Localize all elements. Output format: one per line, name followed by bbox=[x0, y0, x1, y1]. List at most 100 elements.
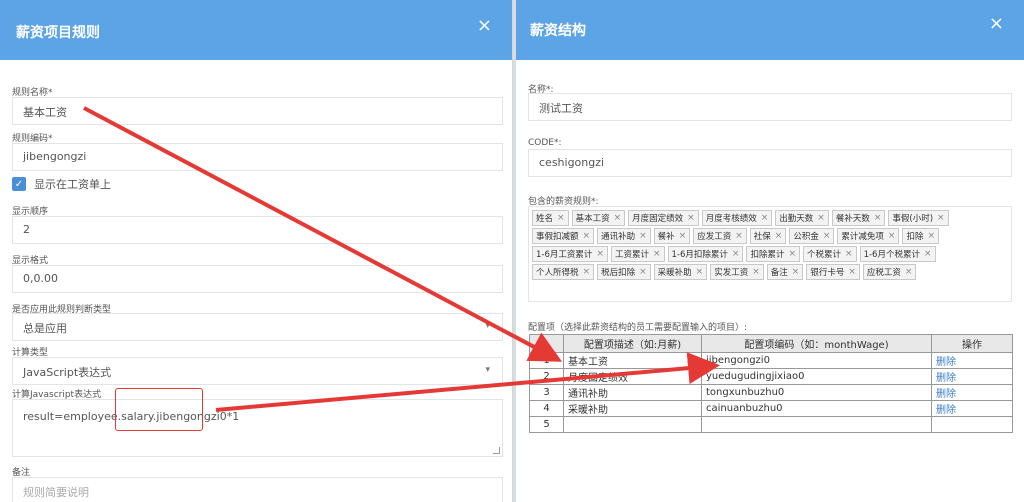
display-format-input[interactable]: 0,0.00 bbox=[12, 265, 503, 293]
rule-tag-label: 累计减免项 bbox=[841, 232, 884, 242]
rule-tag[interactable]: 应发工资 × bbox=[693, 228, 747, 244]
rule-tag[interactable]: 餐补 × bbox=[653, 228, 691, 244]
col-desc-header: 配置项描述（如:月薪) bbox=[563, 334, 702, 353]
rule-tag[interactable]: 餐补天数 × bbox=[831, 210, 886, 226]
config-desc-cell[interactable]: 月度固定绩效 bbox=[563, 368, 702, 385]
remove-tag-icon[interactable]: × bbox=[927, 231, 935, 241]
config-code-cell[interactable]: yuedugudingjixiao0 bbox=[701, 368, 932, 385]
rule-tag[interactable]: 姓名 × bbox=[532, 210, 569, 226]
remove-tag-icon[interactable]: × bbox=[639, 231, 647, 241]
remove-tag-icon[interactable]: × bbox=[557, 213, 565, 223]
rule-tag-label: 个人所得税 bbox=[536, 268, 579, 278]
remove-tag-icon[interactable]: × bbox=[937, 213, 945, 223]
rule-tag[interactable]: 扣除 × bbox=[902, 228, 939, 244]
config-desc-cell[interactable]: 通讯补助 bbox=[563, 384, 702, 401]
remove-tag-icon[interactable]: × bbox=[687, 213, 695, 223]
config-code-cell[interactable] bbox=[701, 416, 932, 433]
salary-item-rule-dialog: 薪资项目规则 × 规则名称* 基本工资 规则编码* jibengongzi ✓ … bbox=[0, 0, 513, 502]
remove-tag-icon[interactable]: × bbox=[888, 231, 896, 241]
rule-code-input[interactable]: jibengongzi bbox=[12, 143, 503, 171]
config-table: 配置项描述（如:月薪) 配置项编码（如：monthWage) 操作 1 基本工资 j… bbox=[529, 334, 1013, 433]
highlight-box bbox=[115, 388, 203, 431]
delete-link[interactable]: 删除 bbox=[936, 405, 956, 416]
rule-tag[interactable]: 社保 × bbox=[749, 228, 787, 244]
remove-tag-icon[interactable]: × bbox=[679, 231, 687, 241]
name-input[interactable]: 测试工资 bbox=[528, 93, 1012, 121]
rule-tag[interactable]: 基本工资 × bbox=[571, 210, 626, 226]
salary-rules-tag-input[interactable]: 姓名 × 基本工资 × 月度固定绩效 × 月度考核绩效 × 出勤天数 × 餐补天数 × 事假(小时) × 事… bbox=[528, 206, 1012, 302]
delete-link[interactable]: 删除 bbox=[936, 389, 956, 400]
remark-input[interactable]: 规则简要说明 bbox=[12, 477, 503, 502]
rule-tag[interactable]: 个人所得税 × bbox=[532, 264, 595, 280]
row-number: 4 bbox=[529, 400, 564, 417]
remove-tag-icon[interactable]: × bbox=[924, 249, 932, 259]
row-number: 5 bbox=[529, 416, 564, 433]
rule-tag[interactable]: 扣除累计 × bbox=[746, 246, 800, 262]
checkbox-checked-icon[interactable]: ✓ bbox=[12, 177, 26, 191]
rule-tag[interactable]: 公积金 × bbox=[789, 228, 835, 244]
remove-tag-icon[interactable]: × bbox=[761, 213, 769, 223]
display-order-input[interactable]: 2 bbox=[12, 216, 503, 244]
rule-tag[interactable]: 1-6月扣除累计 × bbox=[667, 246, 744, 262]
close-icon[interactable]: × bbox=[477, 17, 492, 35]
remove-tag-icon[interactable]: × bbox=[735, 231, 743, 241]
rule-tag[interactable]: 月度考核绩效 × bbox=[701, 210, 773, 226]
rule-tag[interactable]: 事假扣减额 × bbox=[532, 228, 595, 244]
remove-tag-icon[interactable]: × bbox=[583, 267, 591, 277]
remove-tag-icon[interactable]: × bbox=[792, 267, 800, 277]
rule-tag[interactable]: 应税工资 × bbox=[862, 264, 917, 280]
remove-tag-icon[interactable]: × bbox=[614, 213, 622, 223]
config-table-header: 配置项描述（如:月薪) 配置项编码（如：monthWage) 操作 bbox=[529, 334, 1013, 353]
config-desc-cell[interactable] bbox=[563, 416, 702, 433]
rule-tag[interactable]: 采暖补助 × bbox=[653, 264, 708, 280]
config-op-cell: 删除 bbox=[931, 368, 1013, 385]
config-code-cell[interactable]: cainuanbuzhu0 bbox=[701, 400, 932, 417]
show-on-payslip-row[interactable]: ✓ 显示在工资单上 bbox=[12, 176, 111, 192]
calc-type-select[interactable]: JavaScript表达式 bbox=[12, 357, 503, 385]
rule-tag[interactable]: 事假(小时) × bbox=[888, 210, 949, 226]
rule-tag-label: 月度考核绩效 bbox=[705, 214, 757, 224]
remove-tag-icon[interactable]: × bbox=[583, 231, 591, 241]
rule-tag-label: 事假(小时) bbox=[892, 214, 934, 224]
config-code-cell[interactable]: tongxunbuzhu0 bbox=[701, 384, 932, 401]
remove-tag-icon[interactable]: × bbox=[639, 267, 647, 277]
remove-tag-icon[interactable]: × bbox=[817, 213, 825, 223]
rule-tag[interactable]: 工资累计 × bbox=[610, 246, 665, 262]
rule-tag[interactable]: 累计减免项 × bbox=[837, 228, 900, 244]
resize-grip-icon[interactable] bbox=[493, 447, 500, 454]
rule-tag[interactable]: 1-6月工资累计 × bbox=[532, 246, 608, 262]
close-icon[interactable]: × bbox=[989, 15, 1004, 33]
remove-tag-icon[interactable]: × bbox=[596, 249, 604, 259]
rule-name-input[interactable]: 基本工资 bbox=[12, 97, 503, 125]
rule-tag[interactable]: 出勤天数 × bbox=[775, 210, 829, 226]
config-op-cell: 删除 bbox=[931, 352, 1013, 369]
config-code-cell[interactable]: jibengongzi0 bbox=[701, 352, 932, 369]
table-row: 1 基本工资 jibengongzi0 删除 bbox=[529, 352, 1013, 369]
code-input[interactable]: ceshigongzi bbox=[528, 149, 1012, 177]
rule-tag[interactable]: 通讯补助 × bbox=[597, 228, 651, 244]
rule-tag[interactable]: 月度固定绩效 × bbox=[628, 210, 699, 226]
remove-tag-icon[interactable]: × bbox=[653, 249, 661, 259]
rule-tag[interactable]: 实发工资 × bbox=[710, 264, 764, 280]
config-desc-cell[interactable]: 基本工资 bbox=[563, 352, 702, 369]
remove-tag-icon[interactable]: × bbox=[752, 267, 760, 277]
rule-tag[interactable]: 银行卡号 × bbox=[806, 264, 860, 280]
remove-tag-icon[interactable]: × bbox=[823, 231, 831, 241]
delete-link[interactable]: 删除 bbox=[936, 357, 956, 368]
apply-rule-type-select[interactable]: 总是应用 bbox=[12, 313, 503, 341]
rule-tag[interactable]: 个税累计 × bbox=[803, 246, 857, 262]
rule-tag[interactable]: 1-6月个税累计 × bbox=[859, 246, 936, 262]
rule-tag[interactable]: 备注 × bbox=[766, 264, 804, 280]
config-desc-cell[interactable]: 采暖补助 bbox=[563, 400, 702, 417]
rule-tag[interactable]: 税后扣除 × bbox=[597, 264, 651, 280]
remove-tag-icon[interactable]: × bbox=[788, 249, 796, 259]
remove-tag-icon[interactable]: × bbox=[848, 267, 856, 277]
js-expr-textarea[interactable]: result=employee.salary.jibengongzi0*1 bbox=[12, 399, 503, 457]
delete-link[interactable]: 删除 bbox=[936, 373, 956, 384]
remove-tag-icon[interactable]: × bbox=[845, 249, 853, 259]
remove-tag-icon[interactable]: × bbox=[874, 213, 882, 223]
remove-tag-icon[interactable]: × bbox=[905, 267, 913, 277]
remove-tag-icon[interactable]: × bbox=[775, 231, 783, 241]
remove-tag-icon[interactable]: × bbox=[732, 249, 740, 259]
remove-tag-icon[interactable]: × bbox=[696, 267, 704, 277]
